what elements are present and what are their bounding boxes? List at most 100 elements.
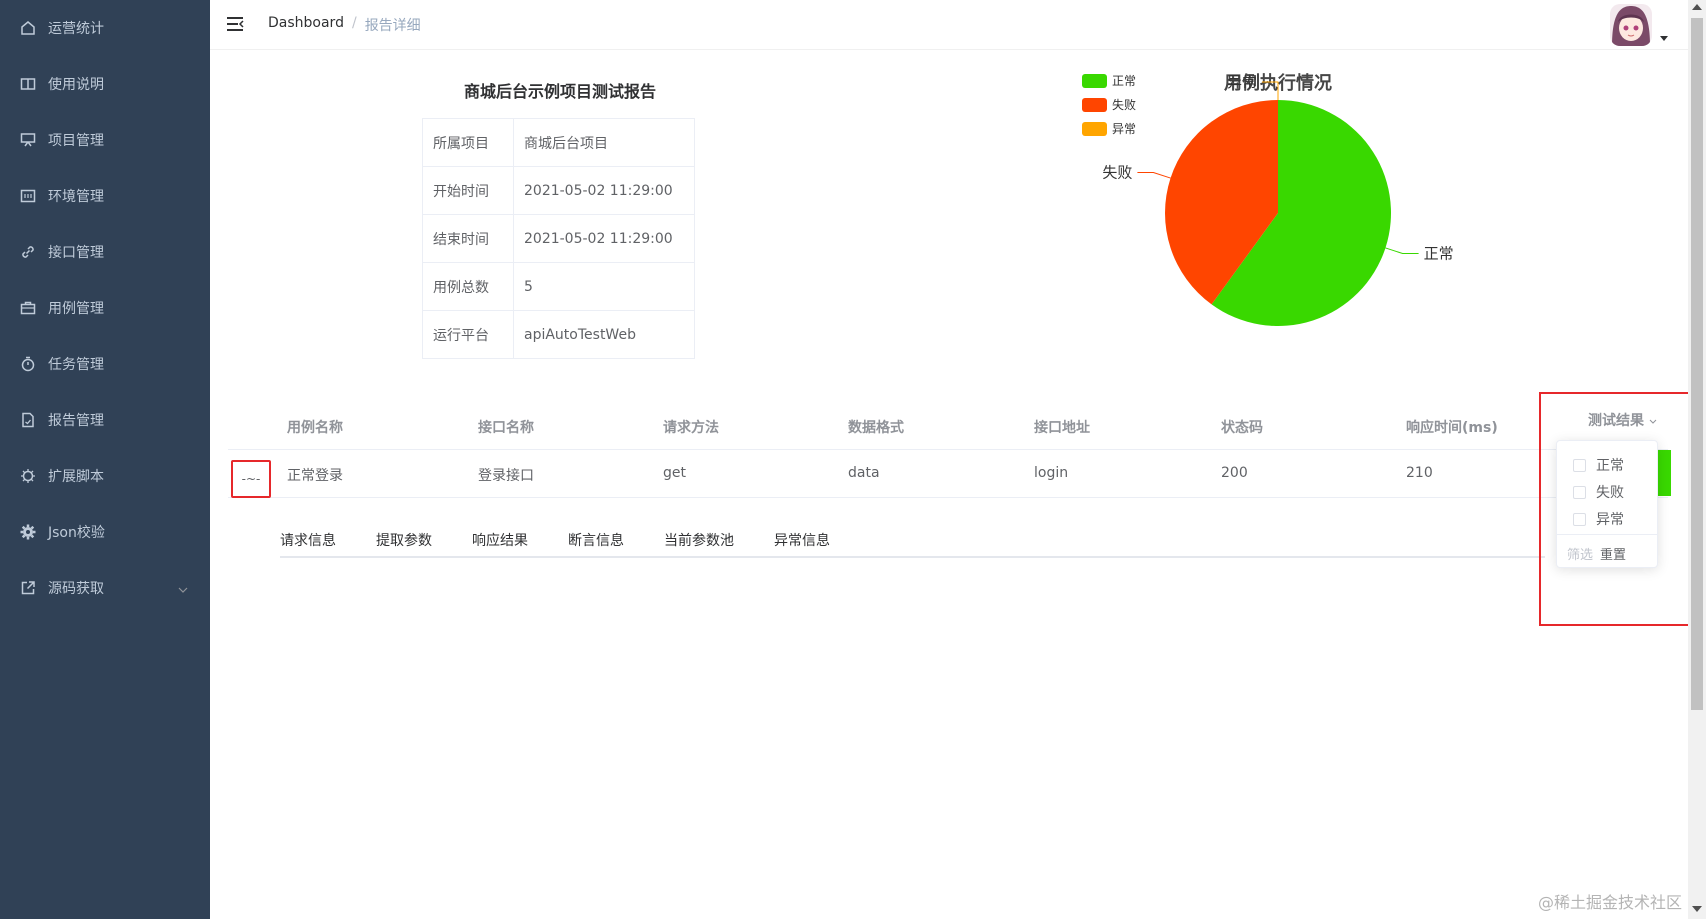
filter-option-failed[interactable]: 失败 bbox=[1573, 482, 1624, 502]
link-icon bbox=[20, 244, 36, 260]
chevron-down-icon[interactable] bbox=[1649, 413, 1657, 429]
info-row: 开始时间 2021-05-02 11:29:00 bbox=[422, 166, 695, 215]
filter-option-label: 失败 bbox=[1596, 485, 1624, 501]
sidebar-item-scripts[interactable]: 扩展脚本 bbox=[0, 448, 210, 504]
external-link-icon bbox=[20, 580, 36, 596]
column-header: 数据格式 bbox=[848, 420, 904, 436]
breadcrumb-home[interactable]: Dashboard bbox=[268, 15, 344, 35]
checkbox[interactable] bbox=[1573, 512, 1586, 526]
cell-url: login bbox=[1034, 465, 1069, 481]
table-row[interactable]: 正常登录 登录接口 get data login 200 210 bbox=[228, 450, 1668, 498]
scroll-up-arrow[interactable] bbox=[1692, 4, 1702, 10]
row-expand-button[interactable]: -~- bbox=[231, 460, 271, 498]
column-header: 状态码 bbox=[1221, 420, 1263, 436]
info-row: 结束时间 2021-05-02 11:29:00 bbox=[422, 214, 695, 263]
info-row: 用例总数 5 bbox=[422, 262, 695, 311]
sidebar-item-reports[interactable]: 报告管理 bbox=[0, 392, 210, 448]
tab-response[interactable]: 响应结果 bbox=[472, 530, 528, 550]
user-menu[interactable] bbox=[1610, 4, 1668, 46]
breadcrumb-current: 报告详细 bbox=[364, 18, 421, 34]
column-header: 测试结果 bbox=[1588, 413, 1644, 429]
report-info-table: 所属项目 商城后台项目 开始时间 2021-05-02 11:29:00 结束时… bbox=[422, 118, 695, 359]
avatar[interactable] bbox=[1610, 4, 1652, 46]
document-icon bbox=[20, 412, 36, 428]
legend-swatch bbox=[1082, 74, 1107, 88]
info-value: 2021-05-02 11:29:00 bbox=[513, 214, 695, 263]
legend-swatch bbox=[1082, 98, 1107, 112]
cell-time: 210 bbox=[1406, 465, 1433, 481]
slice-label: 失败 bbox=[1102, 164, 1132, 182]
report-title: 商城后台示例项目测试报告 bbox=[463, 82, 656, 101]
sidebar-item-label: 项目管理 bbox=[48, 133, 104, 149]
sidebar-item-json[interactable]: Json校验 bbox=[0, 504, 210, 560]
scrollbar-thumb[interactable] bbox=[1691, 18, 1703, 710]
checkbox[interactable] bbox=[1573, 458, 1586, 472]
gear-icon bbox=[20, 524, 36, 540]
sidebar-item-label: 接口管理 bbox=[48, 245, 104, 261]
result-filter-dropdown: 正常 失败 异常 筛选 重置 bbox=[1556, 440, 1658, 568]
sidebar-item-label: 环境管理 bbox=[48, 189, 104, 205]
cell-format: data bbox=[848, 465, 880, 481]
sidebar-item-apis[interactable]: 接口管理 bbox=[0, 224, 210, 280]
info-key: 运行平台 bbox=[422, 310, 514, 359]
hamburger-icon[interactable] bbox=[226, 16, 244, 36]
sidebar-item-label: 运营统计 bbox=[48, 21, 104, 37]
filter-option-normal[interactable]: 正常 bbox=[1573, 455, 1624, 475]
info-value: 2021-05-02 11:29:00 bbox=[513, 166, 695, 215]
cpu-icon bbox=[20, 468, 36, 484]
column-header: 接口地址 bbox=[1034, 420, 1090, 436]
navbar: Dashboard / 报告详细 bbox=[210, 0, 1688, 50]
info-value: 商城后台项目 bbox=[513, 118, 695, 167]
slice-label-line bbox=[1385, 247, 1419, 254]
tab-param-pool[interactable]: 当前参数池 bbox=[664, 530, 734, 550]
filter-option-error[interactable]: 异常 bbox=[1573, 509, 1624, 529]
sidebar-item-label: 使用说明 bbox=[48, 77, 104, 93]
column-header: 用例名称 bbox=[287, 420, 343, 436]
sidebar-item-label: 任务管理 bbox=[48, 357, 104, 373]
column-header-result[interactable]: 测试结果 bbox=[1588, 410, 1657, 430]
filter-option-label: 正常 bbox=[1596, 458, 1624, 474]
tab-extract-params[interactable]: 提取参数 bbox=[376, 530, 432, 550]
sidebar-item-label: 扩展脚本 bbox=[48, 469, 104, 485]
sidebar-item-label: Json校验 bbox=[48, 525, 105, 541]
tab-assertions[interactable]: 断言信息 bbox=[568, 530, 624, 550]
cell-status: 200 bbox=[1221, 465, 1248, 481]
sidebar-item-guide[interactable]: 使用说明 bbox=[0, 56, 210, 112]
filter-footer: 筛选 重置 bbox=[1557, 534, 1657, 569]
breadcrumb: Dashboard / 报告详细 bbox=[268, 15, 421, 35]
scroll-down-arrow[interactable] bbox=[1692, 906, 1702, 912]
sidebar-item-dashboard[interactable]: 运营统计 bbox=[0, 0, 210, 56]
sidebar-item-source[interactable]: 源码获取 bbox=[0, 560, 210, 616]
info-key: 结束时间 bbox=[422, 214, 514, 263]
home-icon bbox=[20, 20, 36, 36]
slice-label: 正常 bbox=[1424, 244, 1454, 262]
sidebar-item-cases[interactable]: 用例管理 bbox=[0, 280, 210, 336]
checkbox[interactable] bbox=[1573, 485, 1586, 499]
terminal-icon bbox=[20, 188, 36, 204]
legend-label: 正常 bbox=[1112, 74, 1136, 88]
tab-exceptions[interactable]: 异常信息 bbox=[774, 530, 830, 550]
legend-swatch bbox=[1082, 122, 1107, 136]
sidebar-item-label: 源码获取 bbox=[48, 581, 104, 597]
tab-request-info[interactable]: 请求信息 bbox=[280, 530, 336, 550]
info-row: 所属项目 商城后台项目 bbox=[422, 118, 695, 167]
execution-pie-chart: 用例执行情况正常失败异常正常失败异常 bbox=[1082, 72, 1454, 326]
legend-label: 异常 bbox=[1112, 122, 1136, 136]
sidebar-item-label: 报告管理 bbox=[48, 413, 104, 429]
info-key: 用例总数 bbox=[422, 262, 514, 311]
presentation-icon bbox=[20, 132, 36, 148]
filter-reset-button[interactable]: 重置 bbox=[1600, 544, 1626, 563]
slice-label-line bbox=[1137, 172, 1171, 179]
sidebar-item-environments[interactable]: 环境管理 bbox=[0, 168, 210, 224]
stopwatch-icon bbox=[20, 356, 36, 372]
book-icon bbox=[20, 76, 36, 92]
filter-confirm-button[interactable]: 筛选 bbox=[1567, 544, 1593, 563]
sidebar-item-projects[interactable]: 项目管理 bbox=[0, 112, 210, 168]
chevron-down-icon[interactable] bbox=[178, 582, 188, 598]
caret-down-icon[interactable] bbox=[1660, 30, 1668, 46]
sidebar-item-label: 用例管理 bbox=[48, 301, 104, 317]
cell-case-name: 正常登录 bbox=[287, 468, 343, 484]
sidebar-item-tasks[interactable]: 任务管理 bbox=[0, 336, 210, 392]
info-key: 所属项目 bbox=[422, 118, 514, 167]
table-header: 用例名称 接口名称 请求方法 数据格式 接口地址 状态码 响应时间(ms) bbox=[228, 400, 1668, 450]
